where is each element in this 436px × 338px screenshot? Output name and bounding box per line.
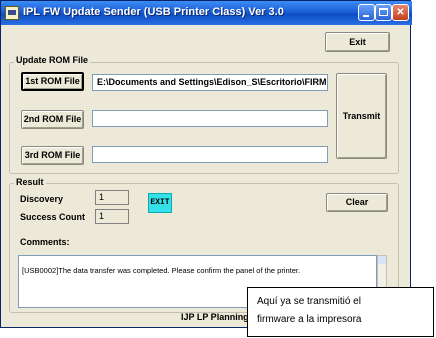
exit-status-indicator: EXIT [148, 193, 172, 213]
rom3-file-button[interactable]: 3rd ROM File [21, 146, 84, 165]
annotation-line-1: Aquí ya se transmitió el [257, 296, 361, 307]
rom2-file-button[interactable]: 2nd ROM File [21, 110, 84, 129]
scroll-up-arrow-icon[interactable] [378, 256, 386, 264]
clear-button[interactable]: Clear [326, 193, 388, 212]
title-bar[interactable]: IPL FW Update Sender (USB Printer Class)… [1, 1, 412, 25]
rom1-path-field[interactable]: E:\Documents and Settings\Edison_S\Escri… [92, 74, 328, 91]
rom1-file-button[interactable]: 1st ROM File [21, 72, 84, 91]
discovery-value: 1 [95, 190, 129, 205]
close-button[interactable]: ✕ [392, 4, 409, 21]
result-group-label: Result [14, 177, 46, 187]
exit-button[interactable]: Exit [325, 32, 390, 52]
close-icon: ✕ [396, 7, 405, 18]
app-window: IPL FW Update Sender (USB Printer Class)… [0, 0, 412, 328]
maximize-icon [379, 8, 388, 16]
success-count-label: Success Count [20, 212, 86, 222]
comments-label: Comments: [20, 237, 70, 247]
maximize-button[interactable] [375, 4, 392, 21]
update-rom-group-label: Update ROM File [14, 55, 91, 65]
rom2-path-field[interactable] [92, 110, 328, 127]
annotation-line-2: firmware a la impresora [257, 314, 362, 325]
footer-label: IJP LP Planning [181, 312, 249, 322]
annotation-callout: Aquí ya se transmitió el firmware a la i… [247, 287, 434, 337]
minimize-button[interactable] [358, 4, 375, 21]
printer-icon [5, 6, 19, 20]
rom3-path-field[interactable] [92, 146, 328, 163]
minimize-icon [363, 15, 369, 17]
transmit-button[interactable]: Transmit [336, 73, 387, 159]
success-count-value: 1 [95, 209, 129, 224]
discovery-label: Discovery [20, 194, 64, 204]
window-title: IPL FW Update Sender (USB Printer Class)… [23, 6, 284, 18]
